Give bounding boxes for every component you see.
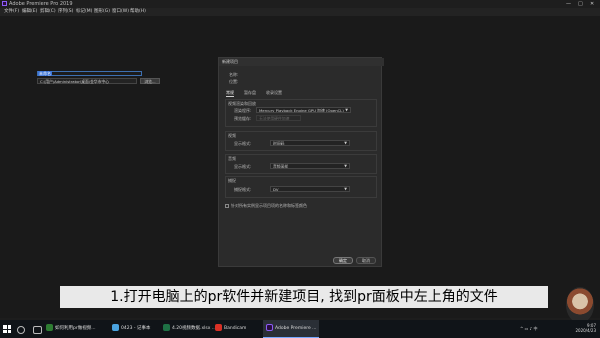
tutorial-caption: 1.打开电脑上的pr软件并新建项目, 找到pr面板中左上角的文件 — [60, 286, 548, 308]
taskbar-item-label: 如何利用pr做视频... — [55, 326, 96, 331]
menu-edit[interactable]: 编辑(E) — [22, 8, 37, 16]
tab-scratch-disks[interactable]: 暂存盘 — [244, 89, 256, 96]
app-titlebar: Adobe Premiere Pro 2019 — □ ✕ — [0, 0, 600, 8]
dialog-title: 新建项目 — [219, 58, 384, 66]
tab-ingest-settings[interactable]: 收录设置 — [266, 89, 282, 96]
capture-format-select[interactable]: DV ▼ — [270, 186, 350, 192]
audio-display-format-label: 显示格式: — [234, 164, 252, 169]
taskbar-item-label: 4.20视频数据.xlsx ... — [172, 326, 217, 331]
renderer-select[interactable]: Mercury Playback Engine GPU 加速 (OpenCL) ▼ — [256, 107, 351, 113]
system-tray-icons[interactable]: ^ ▭ ♪ 中 — [520, 326, 538, 332]
tab-general[interactable]: 常规 — [226, 89, 234, 97]
taskbar-item-premiere[interactable]: Adobe Premiere ... — [263, 320, 320, 338]
taskbar-item-bandicam[interactable]: Bandicam — [215, 320, 246, 338]
menu-marker[interactable]: 标记(M) — [76, 8, 92, 16]
browse-button[interactable]: 浏览... — [140, 78, 160, 84]
menu-file[interactable]: 文件(F) — [4, 8, 19, 16]
project-location-select[interactable]: C:\用户\Administrator\桌面\金华市中心 — [37, 78, 137, 84]
capture-format-label: 捕捉格式: — [234, 187, 252, 192]
premiere-logo-icon — [2, 1, 7, 6]
audio-display-format-select[interactable]: 音频采样 ▼ — [270, 163, 350, 169]
maximize-button[interactable]: □ — [578, 0, 583, 8]
taskbar-clock[interactable]: 9:07 2020/4/23 — [575, 323, 596, 333]
cancel-button[interactable]: 取消 — [356, 257, 376, 264]
show-names-checkbox-label: 针对所有实例显示项目项的名称和标签颜色 — [231, 203, 307, 208]
clock-date: 2020/4/23 — [575, 328, 596, 333]
menu-sequence[interactable]: 序列(S) — [58, 8, 73, 16]
taskbar: 如何利用pr做视频... 0423 - 记事本 4.20视频数据.xlsx ..… — [0, 320, 600, 338]
minimize-button[interactable]: — — [566, 0, 571, 8]
menu-window[interactable]: 窗口(W) — [112, 8, 129, 16]
premiere-icon — [266, 324, 273, 331]
show-names-checkbox[interactable] — [225, 204, 229, 208]
name-label: 名称: — [229, 72, 239, 77]
taskbar-item-label: 0423 - 记事本 — [121, 326, 151, 331]
windows-start-icon[interactable] — [3, 325, 11, 333]
taskbar-item-label: Bandicam — [224, 326, 247, 331]
renderer-label: 渲染程序: — [234, 108, 252, 113]
capture-section-title: 捕捉 — [228, 178, 236, 183]
menu-bar: 文件(F) 编辑(E) 剪辑(C) 序列(S) 标记(M) 图形(G) 窗口(W… — [0, 8, 600, 16]
video-section-title: 视频 — [228, 133, 236, 138]
task-view-icon[interactable] — [33, 326, 42, 334]
close-button[interactable]: ✕ — [590, 0, 594, 8]
bandicam-icon — [215, 324, 222, 331]
chevron-down-icon: ▼ — [344, 141, 347, 145]
project-name-input[interactable]: 未命名 — [37, 71, 142, 76]
video-display-format-select[interactable]: 时间码 ▼ — [270, 140, 350, 146]
renderer-section-title: 视频渲染和回放 — [228, 101, 256, 106]
taskbar-item-excel[interactable]: 4.20视频数据.xlsx ... — [163, 320, 216, 338]
show-names-checkbox-row[interactable]: 针对所有实例显示项目项的名称和标签颜色 — [225, 203, 307, 209]
video-display-format-label: 显示格式: — [234, 141, 252, 146]
taskbar-item-notepad[interactable]: 0423 - 记事本 — [112, 320, 150, 338]
chevron-down-icon: ▼ — [345, 108, 348, 112]
taskbar-item-browser[interactable]: 如何利用pr做视频... — [46, 320, 96, 338]
excel-icon — [163, 324, 170, 331]
new-project-dialog: 新建项目 名称: 位置: 常规 暂存盘 收录设置 视频渲染和回放 渲染程序: M… — [218, 57, 384, 267]
app-title: Adobe Premiere Pro 2019 — [9, 1, 73, 7]
menu-graphics[interactable]: 图形(G) — [94, 8, 110, 16]
video-group: 视频 显示格式: 时间码 ▼ — [225, 131, 377, 151]
menu-help[interactable]: 帮助(H) — [130, 8, 146, 16]
browser-icon — [46, 324, 53, 331]
chevron-down-icon: ▼ — [344, 187, 347, 191]
ok-button[interactable]: 确定 — [333, 257, 353, 264]
capture-group: 捕捉 捕捉格式: DV ▼ — [225, 176, 377, 198]
preview-cache-label: 预览缓存: — [234, 116, 252, 121]
chevron-down-icon: ▼ — [344, 164, 347, 168]
audio-group: 音频 显示格式: 音频采样 ▼ — [225, 154, 377, 174]
author-avatar — [566, 287, 594, 323]
location-label: 位置: — [229, 79, 239, 84]
menu-clip[interactable]: 剪辑(C) — [40, 8, 56, 16]
taskbar-item-label: Adobe Premiere ... — [275, 326, 317, 331]
search-icon[interactable] — [17, 326, 25, 334]
preview-cache-select: 无法使用硬件加速 — [256, 115, 301, 121]
notepad-icon — [112, 324, 119, 331]
audio-section-title: 音频 — [228, 156, 236, 161]
renderer-group: 视频渲染和回放 渲染程序: Mercury Playback Engine GP… — [225, 99, 377, 127]
